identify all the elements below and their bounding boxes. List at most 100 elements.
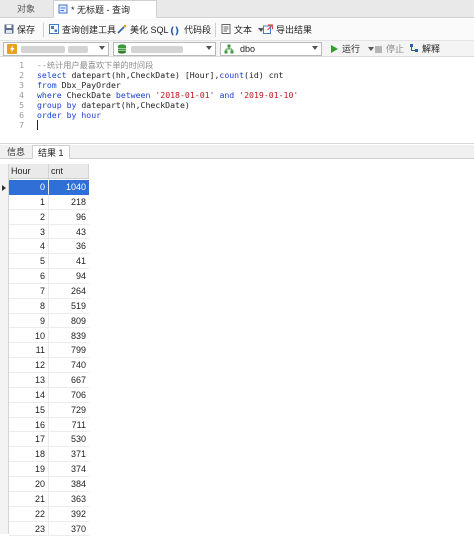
cell-cnt[interactable]: 711 bbox=[49, 418, 89, 433]
cell-hour[interactable]: 1 bbox=[9, 194, 49, 210]
row-selector-gutter[interactable] bbox=[0, 164, 9, 534]
run-button[interactable]: 运行 bbox=[331, 42, 374, 56]
table-row[interactable]: 0 1040 bbox=[9, 180, 89, 195]
play-icon bbox=[331, 45, 338, 53]
explain-label: 解释 bbox=[422, 44, 441, 54]
cell-hour[interactable]: 9 bbox=[9, 313, 49, 329]
table-row[interactable]: 18 371 bbox=[9, 447, 89, 463]
table-row[interactable]: 15 729 bbox=[9, 402, 89, 418]
sql-editor[interactable]: 1 --统计用户最喜欢下单的时间段 2 select datepart(hh,Chec… bbox=[0, 58, 474, 142]
beautify-sql-button[interactable]: 美化 SQL bbox=[117, 22, 169, 38]
cell-hour[interactable]: 8 bbox=[9, 298, 49, 314]
table-row[interactable]: 11 799 bbox=[9, 343, 89, 359]
cell-hour[interactable]: 3 bbox=[9, 224, 49, 240]
cell-cnt[interactable]: 370 bbox=[49, 522, 89, 537]
cell-cnt[interactable]: 1040 bbox=[49, 180, 89, 195]
cell-hour[interactable]: 6 bbox=[9, 269, 49, 284]
table-row[interactable]: 16 711 bbox=[9, 417, 89, 433]
table-row[interactable]: 5 41 bbox=[9, 254, 89, 270]
table-row[interactable]: 6 94 bbox=[9, 269, 89, 284]
cell-hour[interactable]: 15 bbox=[9, 402, 49, 418]
cell-hour[interactable]: 16 bbox=[9, 417, 49, 433]
text-button[interactable]: 文本 bbox=[221, 22, 264, 38]
table-row[interactable]: 4 36 bbox=[9, 239, 89, 255]
cell-hour[interactable]: 13 bbox=[9, 373, 49, 388]
cell-cnt[interactable]: 519 bbox=[49, 299, 89, 314]
table-row[interactable]: 2 96 bbox=[9, 209, 89, 225]
cell-hour[interactable]: 7 bbox=[9, 283, 49, 299]
cell-hour[interactable]: 12 bbox=[9, 358, 49, 374]
cell-cnt[interactable]: 371 bbox=[49, 447, 89, 463]
cell-cnt[interactable]: 384 bbox=[49, 477, 89, 492]
line-number: 7 bbox=[19, 120, 24, 130]
cell-hour[interactable]: 4 bbox=[9, 239, 49, 255]
editor-results-splitter[interactable] bbox=[0, 143, 474, 144]
cell-hour[interactable]: 14 bbox=[9, 387, 49, 403]
cell-cnt[interactable]: 839 bbox=[49, 329, 89, 344]
column-header-cnt[interactable]: cnt bbox=[49, 164, 89, 179]
cell-cnt[interactable]: 218 bbox=[49, 195, 89, 210]
export-results-label: 导出结果 bbox=[276, 25, 313, 35]
table-row[interactable]: 9 809 bbox=[9, 313, 89, 329]
table-row[interactable]: 20 384 bbox=[9, 477, 89, 492]
cell-cnt[interactable]: 392 bbox=[49, 507, 89, 522]
table-row[interactable]: 14 706 bbox=[9, 387, 89, 403]
cell-hour[interactable]: 2 bbox=[9, 209, 49, 225]
cell-cnt[interactable]: 667 bbox=[49, 373, 89, 388]
cell-cnt[interactable]: 363 bbox=[49, 492, 89, 507]
cell-hour[interactable]: 5 bbox=[9, 254, 49, 270]
results-grid[interactable]: Hour cnt 0 1040 1 218 2 96 3 43 4 36 5 41 6 94 7 264 8 51… bbox=[0, 160, 474, 537]
cell-cnt[interactable]: 799 bbox=[49, 343, 89, 359]
table-row[interactable]: 13 667 bbox=[9, 373, 89, 388]
tab-info[interactable]: 信息 bbox=[2, 145, 30, 159]
code-snippet-button[interactable]: () 代码段 bbox=[170, 22, 211, 38]
table-row[interactable]: 21 363 bbox=[9, 491, 89, 507]
code-text: from Dbx_PayOrder bbox=[37, 80, 121, 90]
cell-hour[interactable]: 17 bbox=[9, 432, 49, 448]
tab-query[interactable]: * 无标题 - 查询 bbox=[53, 0, 157, 18]
cell-cnt[interactable]: 706 bbox=[49, 388, 89, 403]
schema-select[interactable]: dbo bbox=[220, 42, 322, 56]
table-row[interactable]: 22 392 bbox=[9, 506, 89, 522]
cell-cnt[interactable]: 36 bbox=[49, 239, 89, 255]
cell-cnt[interactable]: 809 bbox=[49, 314, 89, 329]
query-builder-button[interactable]: 查询创建工具 bbox=[49, 22, 116, 38]
cell-hour[interactable]: 23 bbox=[9, 521, 49, 537]
cell-cnt[interactable]: 740 bbox=[49, 358, 89, 374]
save-icon bbox=[4, 24, 14, 34]
table-row[interactable]: 19 374 bbox=[9, 462, 89, 477]
database-select[interactable] bbox=[113, 42, 216, 56]
cell-hour[interactable]: 19 bbox=[9, 462, 49, 477]
table-row[interactable]: 12 740 bbox=[9, 358, 89, 374]
cell-hour[interactable]: 18 bbox=[9, 447, 49, 463]
cell-hour[interactable]: 10 bbox=[9, 328, 49, 344]
cell-hour[interactable]: 11 bbox=[9, 343, 49, 359]
cell-hour[interactable]: 22 bbox=[9, 506, 49, 522]
cell-hour[interactable]: 0 bbox=[9, 180, 49, 195]
table-row[interactable]: 3 43 bbox=[9, 224, 89, 240]
export-results-button[interactable]: 导出结果 bbox=[263, 22, 312, 38]
cell-cnt[interactable]: 41 bbox=[49, 254, 89, 270]
stop-button[interactable]: 停止 bbox=[375, 42, 404, 56]
table-row[interactable]: 23 370 bbox=[9, 521, 89, 537]
cell-hour[interactable]: 20 bbox=[9, 477, 49, 492]
cell-cnt[interactable]: 43 bbox=[49, 225, 89, 240]
explain-button[interactable]: 解释 bbox=[409, 42, 440, 56]
table-row[interactable]: 10 839 bbox=[9, 328, 89, 344]
cell-cnt[interactable]: 264 bbox=[49, 284, 89, 299]
cell-cnt[interactable]: 94 bbox=[49, 269, 89, 284]
connection-select[interactable] bbox=[3, 42, 109, 56]
save-button[interactable]: 保存 bbox=[4, 22, 35, 38]
cell-cnt[interactable]: 374 bbox=[49, 462, 89, 477]
table-row[interactable]: 1 218 bbox=[9, 194, 89, 210]
table-row[interactable]: 7 264 bbox=[9, 283, 89, 299]
cell-cnt[interactable]: 729 bbox=[49, 403, 89, 418]
cell-hour[interactable]: 21 bbox=[9, 491, 49, 507]
column-header-hour[interactable]: Hour bbox=[9, 164, 49, 179]
tab-objects[interactable]: 对象 bbox=[0, 0, 52, 18]
cell-cnt[interactable]: 96 bbox=[49, 210, 89, 225]
table-row[interactable]: 17 530 bbox=[9, 432, 89, 448]
tab-result-1[interactable]: 结果 1 bbox=[32, 145, 70, 159]
cell-cnt[interactable]: 530 bbox=[49, 432, 89, 448]
table-row[interactable]: 8 519 bbox=[9, 298, 89, 314]
